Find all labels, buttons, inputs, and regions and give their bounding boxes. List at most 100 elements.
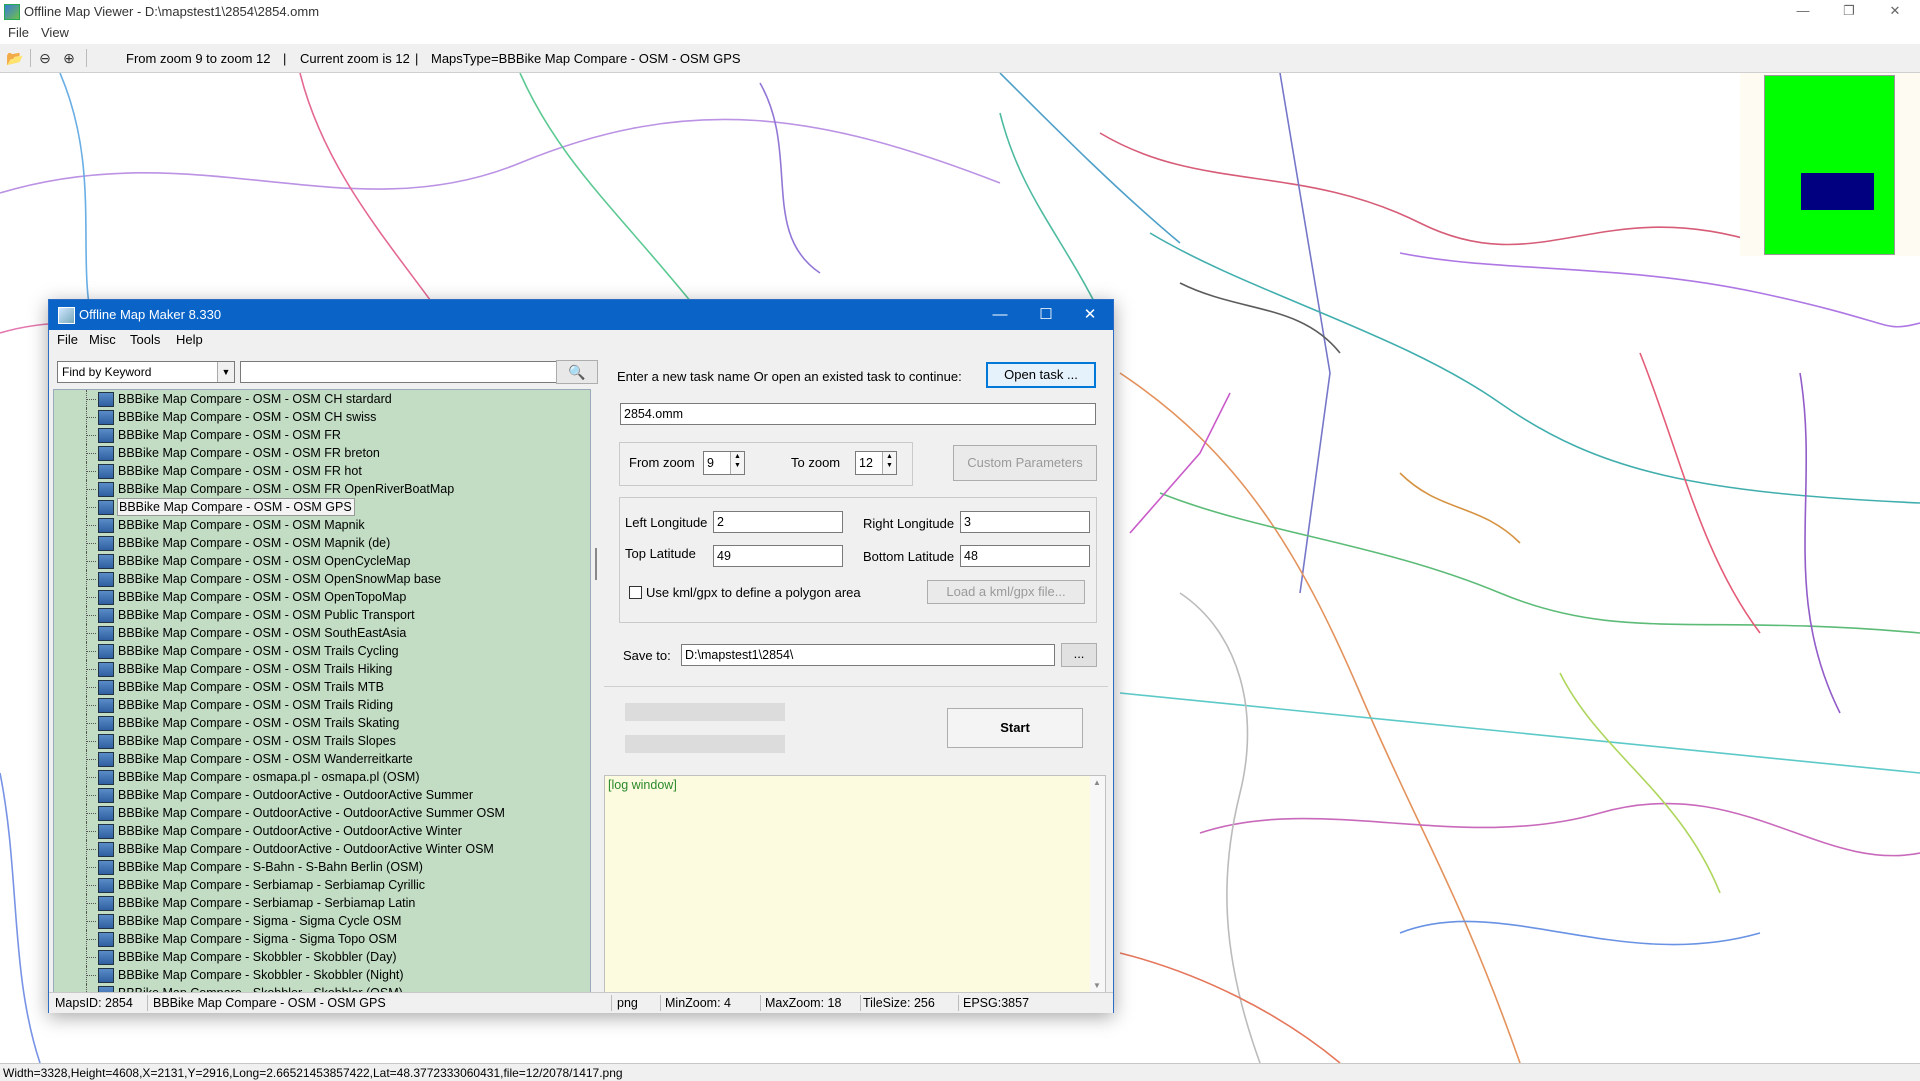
save-to-value: D:\mapstest1\2854\ bbox=[685, 648, 794, 662]
tree-item[interactable]: BBBike Map Compare - OSM - OSM Trails Ri… bbox=[54, 696, 590, 714]
tree-item[interactable]: BBBike Map Compare - Sigma - Sigma Topo … bbox=[54, 930, 590, 948]
tree-item[interactable]: BBBike Map Compare - OutdoorActive - Out… bbox=[54, 804, 590, 822]
task-name-field[interactable]: 2854.omm bbox=[620, 403, 1096, 425]
tree-item[interactable]: BBBike Map Compare - Skobbler - Skobbler… bbox=[54, 966, 590, 984]
menu-view[interactable]: View bbox=[41, 25, 69, 40]
menu-file[interactable]: File bbox=[8, 25, 29, 40]
map-icon bbox=[98, 608, 114, 623]
map-icon bbox=[98, 572, 114, 587]
status-separator bbox=[147, 995, 148, 1011]
dialog-menu-help[interactable]: Help bbox=[176, 332, 203, 347]
tree-line bbox=[86, 813, 96, 814]
tree-item[interactable]: BBBike Map Compare - OSM - OSM OpenCycle… bbox=[54, 552, 590, 570]
tree-item[interactable]: BBBike Map Compare - OSM - OSM Trails MT… bbox=[54, 678, 590, 696]
restore-icon[interactable]: ❐ bbox=[1826, 0, 1872, 22]
tree-item[interactable]: BBBike Map Compare - OSM - OSM Trails Sk… bbox=[54, 714, 590, 732]
tree-item-label: BBBike Map Compare - OSM - OSM Public Tr… bbox=[118, 608, 415, 622]
dialog-title-bar[interactable]: Offline Map Maker 8.330 — ☐ ✕ bbox=[49, 300, 1113, 330]
tree-item[interactable]: BBBike Map Compare - OutdoorActive - Out… bbox=[54, 822, 590, 840]
open-task-button[interactable]: Open task ... bbox=[986, 362, 1096, 388]
left-longitude-field[interactable]: 2 bbox=[713, 511, 843, 533]
tree-item-label: BBBike Map Compare - OSM - OSM Trails Ri… bbox=[118, 698, 394, 712]
bottom-latitude-field[interactable]: 48 bbox=[960, 545, 1090, 567]
kml-checkbox[interactable] bbox=[629, 586, 642, 599]
tree-item[interactable]: BBBike Map Compare - Serbiamap - Serbiam… bbox=[54, 876, 590, 894]
tree-item-label: BBBike Map Compare - osmapa.pl - osmapa.… bbox=[118, 770, 420, 784]
dialog-minimize-icon[interactable]: — bbox=[977, 300, 1023, 330]
tree-item[interactable]: BBBike Map Compare - OSM - OSM FR OpenRi… bbox=[54, 480, 590, 498]
tree-scrollbar[interactable] bbox=[595, 548, 597, 580]
tree-item[interactable]: BBBike Map Compare - OSM - OSM CH swiss bbox=[54, 408, 590, 426]
tree-item[interactable]: BBBike Map Compare - OSM - OSM CH starda… bbox=[54, 390, 590, 408]
log-window[interactable]: [log window] ▲ ▼ bbox=[604, 775, 1106, 993]
tree-item[interactable]: BBBike Map Compare - Sigma - Sigma Cycle… bbox=[54, 912, 590, 930]
dialog-menu-file[interactable]: File bbox=[57, 332, 78, 347]
tree-item-label: BBBike Map Compare - OSM - OSM Trails Sl… bbox=[118, 734, 396, 748]
tree-item-label: BBBike Map Compare - Sigma - Sigma Topo … bbox=[118, 932, 398, 946]
spin-arrows-icon[interactable]: ▲ ▼ bbox=[882, 452, 896, 474]
dialog-close-icon[interactable]: ✕ bbox=[1067, 300, 1113, 330]
chevron-down-icon[interactable]: ▼ bbox=[217, 362, 234, 382]
tree-item[interactable]: BBBike Map Compare - Skobbler - Skobbler… bbox=[54, 948, 590, 966]
search-mode-select[interactable]: Find by Keyword ▼ bbox=[57, 361, 235, 383]
tree-item[interactable]: BBBike Map Compare - OSM - OSM OpenTopoM… bbox=[54, 588, 590, 606]
tree-item[interactable]: BBBike Map Compare - S-Bahn - S-Bahn Ber… bbox=[54, 858, 590, 876]
tree-item[interactable]: BBBike Map Compare - OSM - OSM Trails Sl… bbox=[54, 732, 590, 750]
map-type-tree[interactable]: BBBike Map Compare - OSM - OSM CH starda… bbox=[53, 389, 591, 993]
tree-item[interactable]: BBBike Map Compare - OSM - OSM SouthEast… bbox=[54, 624, 590, 642]
tree-item[interactable]: BBBike Map Compare - Serbiamap - Serbiam… bbox=[54, 894, 590, 912]
spin-arrows-icon[interactable]: ▲ ▼ bbox=[730, 452, 744, 474]
close-icon[interactable]: ✕ bbox=[1872, 0, 1918, 22]
tree-item[interactable]: BBBike Map Compare - OutdoorActive - Out… bbox=[54, 786, 590, 804]
status-separator bbox=[760, 995, 761, 1011]
zoom-out-icon[interactable]: ⊖ bbox=[36, 49, 54, 67]
search-button[interactable]: 🔍 bbox=[556, 360, 598, 384]
tree-item[interactable]: BBBike Map Compare - OSM - OSM FR breton bbox=[54, 444, 590, 462]
log-scrollbar[interactable]: ▲ ▼ bbox=[1090, 776, 1105, 992]
tree-item-label: BBBike Map Compare - OutdoorActive - Out… bbox=[118, 824, 462, 838]
tree-item[interactable]: BBBike Map Compare - OSM - OSM Mapnik bbox=[54, 516, 590, 534]
right-longitude-field[interactable]: 3 bbox=[960, 511, 1090, 533]
kml-checkbox-label: Use kml/gpx to define a polygon area bbox=[646, 585, 861, 600]
browse-button[interactable]: ... bbox=[1061, 643, 1097, 667]
minimap[interactable] bbox=[1764, 75, 1895, 255]
start-button[interactable]: Start bbox=[947, 708, 1083, 748]
dialog-maximize-icon[interactable]: ☐ bbox=[1023, 300, 1069, 330]
status-map-name: BBBike Map Compare - OSM - OSM GPS bbox=[153, 996, 386, 1010]
tree-item[interactable]: BBBike Map Compare - OSM - OSM FR bbox=[54, 426, 590, 444]
minimap-viewport[interactable] bbox=[1801, 173, 1874, 210]
from-zoom-stepper[interactable]: 9 ▲ ▼ bbox=[703, 451, 745, 475]
tree-item[interactable]: BBBike Map Compare - OSM - OSM OpenSnowM… bbox=[54, 570, 590, 588]
tree-item[interactable]: BBBike Map Compare - OSM - OSM Mapnik (d… bbox=[54, 534, 590, 552]
tree-item[interactable]: BBBike Map Compare - OSM - OSM FR hot bbox=[54, 462, 590, 480]
map-icon bbox=[98, 698, 114, 713]
tree-item-label: BBBike Map Compare - Sigma - Sigma Cycle… bbox=[118, 914, 402, 928]
map-icon bbox=[98, 914, 114, 929]
dialog-menu-tools[interactable]: Tools bbox=[130, 332, 160, 347]
right-longitude-label: Right Longitude bbox=[863, 516, 955, 531]
dialog-app-icon bbox=[58, 307, 75, 324]
from-zoom-value: 9 bbox=[707, 456, 714, 470]
open-folder-icon[interactable]: 📂 bbox=[6, 49, 24, 67]
minimize-icon[interactable]: — bbox=[1780, 0, 1826, 22]
save-to-field[interactable]: D:\mapstest1\2854\ bbox=[681, 644, 1055, 666]
tree-item[interactable]: BBBike Map Compare - osmapa.pl - osmapa.… bbox=[54, 768, 590, 786]
to-zoom-stepper[interactable]: 12 ▲ ▼ bbox=[855, 451, 897, 475]
zoom-in-icon[interactable]: ⊕ bbox=[60, 49, 78, 67]
top-latitude-field[interactable]: 49 bbox=[713, 545, 843, 567]
tree-item[interactable]: BBBike Map Compare - OutdoorActive - Out… bbox=[54, 840, 590, 858]
tree-item[interactable]: BBBike Map Compare - OSM - OSM Trails Cy… bbox=[54, 642, 590, 660]
scroll-up-icon[interactable]: ▲ bbox=[1093, 778, 1101, 787]
scroll-down-icon[interactable]: ▼ bbox=[1093, 981, 1101, 990]
tree-item[interactable]: BBBike Map Compare - OSM - OSM Trails Hi… bbox=[54, 660, 590, 678]
tree-item[interactable]: BBBike Map Compare - OSM - OSM Wanderrei… bbox=[54, 750, 590, 768]
tree-item[interactable]: BBBike Map Compare - OSM - OSM Public Tr… bbox=[54, 606, 590, 624]
search-input[interactable] bbox=[240, 361, 558, 383]
custom-parameters-button[interactable]: Custom Parameters bbox=[953, 445, 1097, 481]
tree-item-label: BBBike Map Compare - OSM - OSM FR hot bbox=[118, 464, 362, 478]
dialog-menu-misc[interactable]: Misc bbox=[89, 332, 116, 347]
tree-item[interactable]: BBBike Map Compare - OSM - OSM GPS bbox=[54, 498, 590, 516]
map-icon bbox=[98, 554, 114, 569]
load-kml-button[interactable]: Load a kml/gpx file... bbox=[927, 580, 1085, 604]
toolbar-divider bbox=[86, 49, 87, 67]
